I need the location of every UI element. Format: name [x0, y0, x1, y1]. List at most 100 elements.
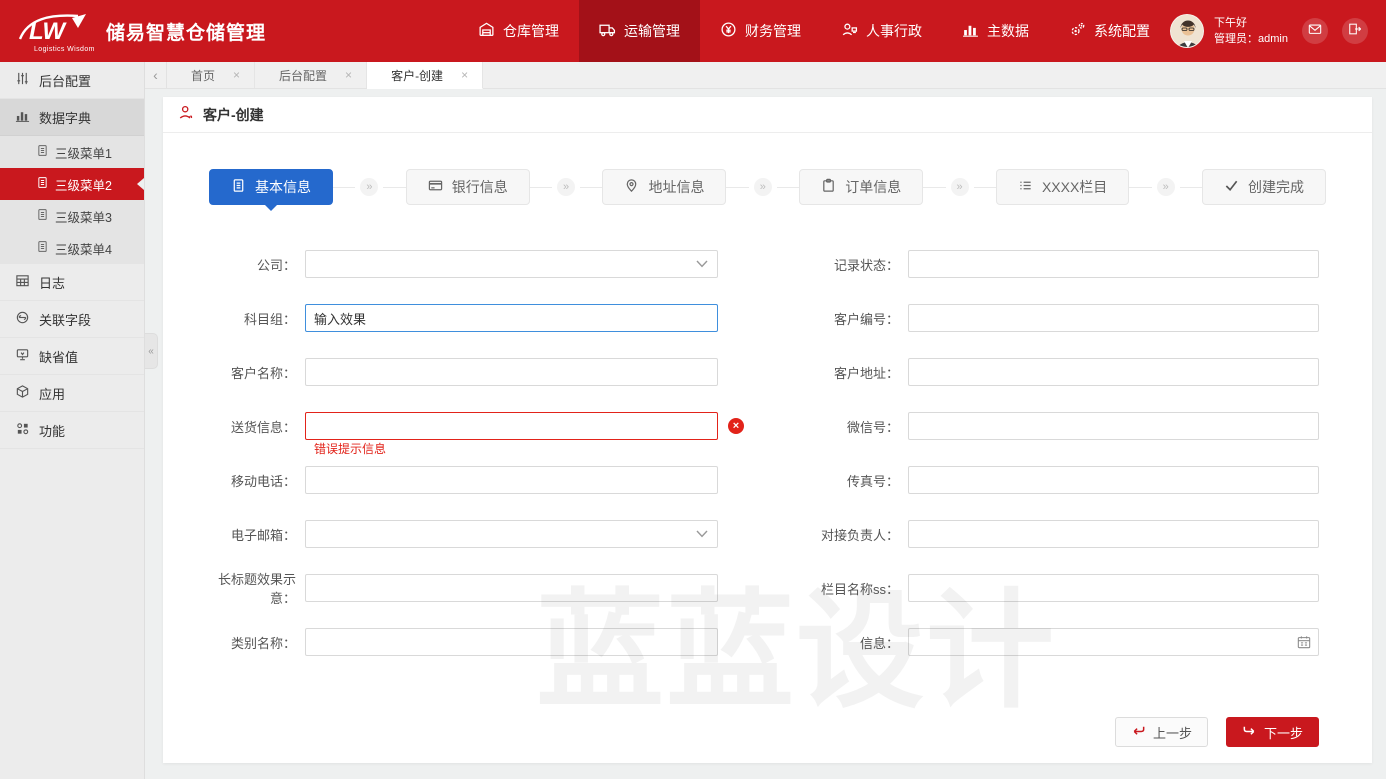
nav-hr[interactable]: 人事行政: [821, 0, 942, 62]
bar-chart-icon: [962, 21, 979, 41]
tab-bar: ‹ 首页 × 后台配置 × 客户-创建 ×: [145, 62, 1386, 89]
step-label: XXXX栏目: [1042, 177, 1107, 197]
customer-number-input[interactable]: [908, 304, 1319, 332]
step-label: 基本信息: [255, 177, 311, 197]
company-select[interactable]: [305, 250, 718, 278]
mail-button[interactable]: [1302, 18, 1328, 44]
customer-name-input[interactable]: [305, 358, 718, 386]
mobile-phone-input[interactable]: [305, 466, 718, 494]
step-order-info[interactable]: 订单信息: [799, 169, 923, 205]
sidebar-subitem-label: 三级菜单3: [55, 207, 112, 226]
document-icon: [36, 144, 49, 160]
form-row: 客户编号：: [803, 291, 1319, 345]
step-bank-info[interactable]: 银行信息: [406, 169, 530, 205]
customer-address-input[interactable]: [908, 358, 1319, 386]
sidebar-item-data-dictionary[interactable]: 数据字典: [0, 99, 144, 136]
contact-person-input[interactable]: [908, 520, 1319, 548]
tabs-back-button[interactable]: ‹: [145, 62, 167, 88]
chevron-down-icon[interactable]: [696, 530, 708, 538]
document-icon: [36, 240, 49, 256]
user-area: 下午好 管理员：admin: [1170, 0, 1386, 62]
close-icon[interactable]: ×: [461, 68, 468, 82]
hr-icon: [841, 21, 858, 41]
sidebar-item-linked-fields[interactable]: 关联字段: [0, 301, 144, 338]
sidebar-item-logs[interactable]: 日志: [0, 264, 144, 301]
monitor-icon: [15, 347, 30, 365]
step-address-info[interactable]: 地址信息: [602, 169, 726, 205]
delivery-info-input[interactable]: [305, 412, 718, 440]
tab-backend-config[interactable]: 后台配置 ×: [255, 62, 367, 88]
location-pin-icon: [624, 178, 639, 196]
nav-system-config[interactable]: 系统配置: [1049, 0, 1170, 62]
sidebar-item-label: 应用: [39, 384, 65, 403]
step-create-complete[interactable]: 创建完成: [1202, 169, 1326, 205]
truck-icon: [599, 21, 616, 41]
sidebar-subitem-menu4[interactable]: 三级菜单4: [0, 232, 144, 264]
sidebar-subitem-menu1[interactable]: 三级菜单1: [0, 136, 144, 168]
error-icon: ×: [728, 418, 744, 434]
nav-finance[interactable]: 财务管理: [700, 0, 821, 62]
field-label: 传真号：: [803, 471, 908, 490]
user-avatar[interactable]: [1170, 14, 1204, 48]
field-label: 客户编号：: [803, 309, 908, 328]
form-row: 公司：: [200, 237, 718, 291]
step-basic-info[interactable]: 基本信息: [209, 169, 333, 205]
sidebar-item-backend-config[interactable]: 后台配置: [0, 62, 144, 99]
email-select[interactable]: [305, 520, 718, 548]
step-connector: »: [1129, 178, 1202, 196]
sidebar-item-functions[interactable]: 功能: [0, 412, 144, 449]
user-meta: 下午好 管理员：admin: [1214, 15, 1288, 48]
subject-group-input[interactable]: [305, 304, 718, 332]
nav-transport[interactable]: 运输管理: [579, 0, 700, 62]
tab-home[interactable]: 首页 ×: [167, 62, 255, 88]
record-status-input[interactable]: [908, 250, 1319, 278]
list-icon: [1018, 178, 1033, 196]
nav-warehouse[interactable]: 仓库管理: [458, 0, 579, 62]
long-title-input[interactable]: [305, 574, 718, 602]
warehouse-icon: [478, 21, 495, 41]
field-label: 微信号：: [803, 417, 908, 436]
sliders-icon: [15, 71, 30, 89]
bar-chart-icon: [15, 108, 30, 126]
main-content: 客户-创建 基本信息 » 银行信息 »: [145, 89, 1386, 779]
sidebar-subitem-menu3[interactable]: 三级菜单3: [0, 200, 144, 232]
form-row: 长标题效果示意：: [200, 561, 718, 615]
field-label: 长标题效果示意：: [200, 569, 305, 607]
wechat-input[interactable]: [908, 412, 1319, 440]
next-step-button[interactable]: 下一步: [1226, 717, 1319, 747]
checkmark-icon: [1224, 178, 1239, 196]
button-label: 上一步: [1153, 723, 1192, 742]
sidebar-subitem-menu2[interactable]: 三级菜单2: [0, 168, 144, 200]
fax-input[interactable]: [908, 466, 1319, 494]
nav-label: 财务管理: [745, 21, 801, 41]
calendar-icon[interactable]: [1297, 635, 1311, 649]
step-label: 地址信息: [648, 177, 704, 197]
chevron-down-icon[interactable]: [696, 260, 708, 268]
category-name-input[interactable]: [305, 628, 718, 656]
step-label: 订单信息: [845, 177, 901, 197]
nav-master-data[interactable]: 主数据: [942, 0, 1049, 62]
step-connector: »: [923, 178, 996, 196]
sidebar-subitem-label: 三级菜单1: [55, 143, 112, 162]
double-chevron-icon: »: [1157, 178, 1175, 196]
tab-customer-create[interactable]: 客户-创建 ×: [367, 62, 483, 89]
sidebar-item-application[interactable]: 应用: [0, 375, 144, 412]
app-title: 储易智慧仓储管理: [106, 18, 266, 45]
double-chevron-icon: »: [951, 178, 969, 196]
prev-step-button[interactable]: 上一步: [1115, 717, 1208, 747]
logout-button[interactable]: [1342, 18, 1368, 44]
close-icon[interactable]: ×: [345, 68, 352, 82]
field-label: 电子邮箱：: [200, 525, 305, 544]
column-name-input[interactable]: [908, 574, 1319, 602]
step-xxxx-column[interactable]: XXXX栏目: [996, 169, 1129, 205]
sidebar-subitem-label: 三级菜单4: [55, 239, 112, 258]
wizard-steps: 基本信息 » 银行信息 » 地址信息 »: [163, 169, 1372, 205]
close-icon[interactable]: ×: [233, 68, 240, 82]
form-row: 科目组：: [200, 291, 718, 345]
user-greeting: 下午好: [1214, 15, 1288, 32]
sidebar-item-default-value[interactable]: 缺省值: [0, 338, 144, 375]
info-date-input[interactable]: [908, 628, 1319, 656]
mail-icon: [1308, 22, 1322, 41]
chevron-left-icon: ‹: [153, 67, 158, 83]
nav-label: 系统配置: [1094, 21, 1150, 41]
